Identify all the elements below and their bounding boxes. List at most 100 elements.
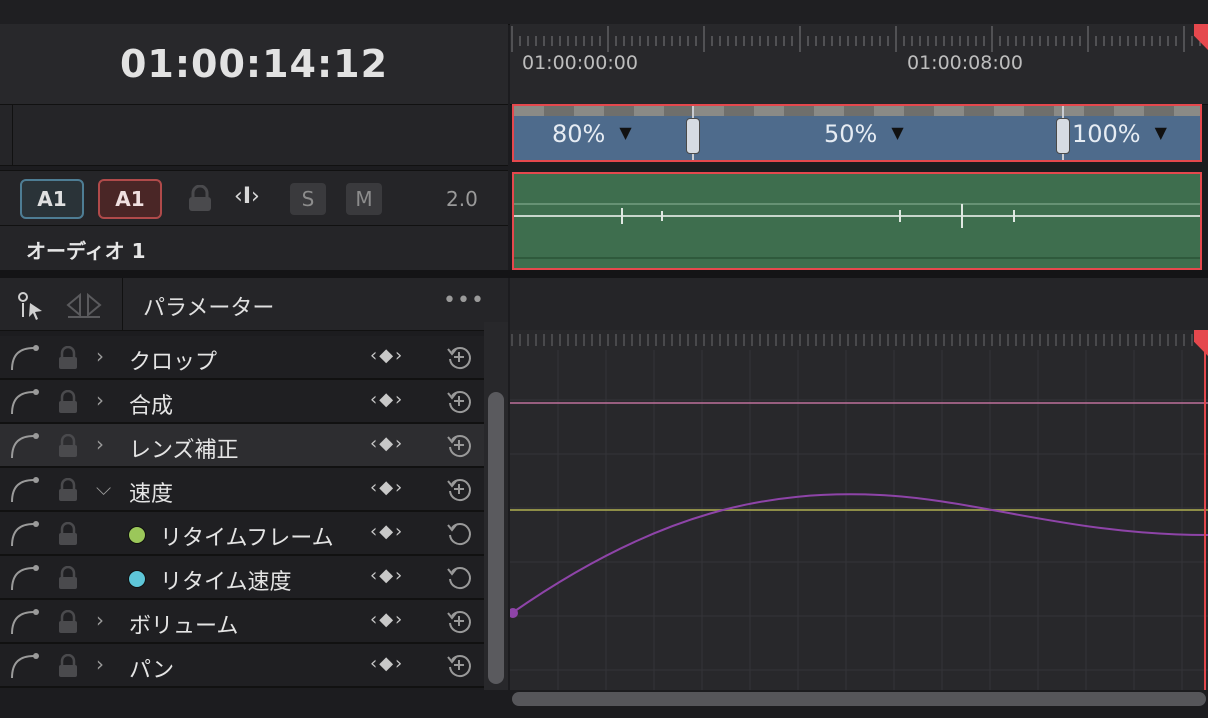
curve-toggle-icon[interactable] <box>8 386 42 416</box>
graph-header <box>510 278 1208 331</box>
curve-toggle-icon[interactable] <box>8 606 42 636</box>
chevron-down-icon[interactable]: ⌵ <box>96 476 111 500</box>
parameter-color-dot <box>128 526 146 544</box>
graph-horizontal-scrollbar[interactable] <box>510 690 1208 710</box>
lock-icon[interactable] <box>56 434 80 458</box>
parameter-row[interactable]: › 合成 ‹◆› <box>0 380 484 424</box>
parameter-row[interactable]: リタイム速度 ‹◆› <box>0 556 484 600</box>
audio-clip[interactable] <box>512 172 1202 270</box>
parameter-row[interactable]: ⌵ 速度 ‹◆› <box>0 468 484 512</box>
curve-toggle-icon[interactable] <box>8 650 42 680</box>
lock-icon[interactable] <box>56 390 80 414</box>
audio-divider <box>0 225 508 226</box>
reset-icon[interactable] <box>445 431 473 459</box>
chevron-right-icon[interactable]: › <box>96 608 104 632</box>
keyframe-nav-icons[interactable]: ‹◆› <box>370 609 404 630</box>
top-strip <box>0 0 1208 25</box>
keyframe-nav-icons[interactable]: ‹◆› <box>370 433 404 454</box>
ruler-label-0: 01:00:00:00 <box>522 52 638 74</box>
mute-button[interactable]: M <box>346 183 382 215</box>
reset-icon[interactable] <box>445 651 473 679</box>
audio-volume-value: 2.0 <box>446 187 478 211</box>
dropdown-arrow-icon[interactable]: ▼ <box>619 123 631 142</box>
selection-tool-icon[interactable] <box>16 291 46 321</box>
destination-track-button[interactable]: A1 <box>98 179 162 219</box>
parameter-label: リタイム速度 <box>160 570 292 595</box>
curve-toggle-icon[interactable] <box>8 518 42 548</box>
parameter-label: レンズ補正 <box>129 438 239 463</box>
dropdown-arrow-icon[interactable]: ▼ <box>1155 123 1167 142</box>
lock-icon[interactable] <box>56 478 80 502</box>
solo-button[interactable]: S <box>290 183 326 215</box>
audio-track-name[interactable]: オーディオ 1 <box>26 235 145 264</box>
curve-graph-svg <box>510 334 1208 690</box>
graph-scroll-thumb[interactable] <box>512 692 1206 706</box>
chevron-right-icon[interactable]: › <box>96 344 104 368</box>
keyframe-nav-icons[interactable]: ‹◆› <box>370 653 404 674</box>
speed-point-handle-1[interactable] <box>686 118 700 154</box>
panel-divider <box>0 270 1208 278</box>
lock-icon[interactable] <box>56 610 80 634</box>
retime-speed-curve <box>511 493 1208 614</box>
speed-label-3: 100% <box>1072 120 1141 148</box>
header-separator <box>122 278 123 330</box>
ruler-ticks <box>511 26 1201 52</box>
parameter-label: 合成 <box>129 394 174 419</box>
speed-label-2: 50% <box>824 120 878 148</box>
lock-icon[interactable] <box>56 346 80 370</box>
reset-icon[interactable] <box>445 519 473 547</box>
parameter-row[interactable]: › ボリューム ‹◆› <box>0 600 484 644</box>
keyframe-nav-icons[interactable]: ‹◆› <box>370 565 404 586</box>
parameter-row[interactable]: リタイムフレーム ‹◆› <box>0 512 484 556</box>
lock-icon[interactable] <box>56 654 80 678</box>
ruler-label-1: 01:00:08:00 <box>907 52 1023 74</box>
reset-icon[interactable] <box>445 475 473 503</box>
video-clip[interactable]: 80% ▼ 50% ▼ 100% ▼ <box>512 104 1202 162</box>
speed-point-handle-2[interactable] <box>1056 118 1070 154</box>
keyframe-link-icon[interactable] <box>66 291 102 319</box>
curve-toggle-icon[interactable] <box>8 562 42 592</box>
dropdown-arrow-icon[interactable]: ▼ <box>891 123 903 142</box>
timeline-ruler[interactable]: 01:00:00:00 01:00:08:00 <box>510 24 1208 105</box>
video-track-header <box>0 104 508 166</box>
lock-icon[interactable] <box>187 185 213 213</box>
curve-toggle-icon[interactable] <box>8 342 42 372</box>
keyframe-nav-icons[interactable]: ‹◆› <box>370 345 404 366</box>
audio-waveform <box>514 203 1200 259</box>
keyframe-nav-icons[interactable]: ‹◆› <box>370 477 404 498</box>
playhead-line <box>1204 330 1206 690</box>
auto-select-icon[interactable]: ‹I› <box>234 184 260 209</box>
parameters-header: パラメーター ••• <box>0 278 508 331</box>
parameter-label: クロップ <box>129 350 218 375</box>
parameter-color-dot <box>128 570 146 588</box>
lock-icon[interactable] <box>56 566 80 590</box>
timecode-display: 01:00:14:12 <box>0 24 508 104</box>
speed-segment-2[interactable]: 50% ▼ <box>824 120 904 148</box>
reset-icon[interactable] <box>445 563 473 591</box>
keyframe-nav-icons[interactable]: ‹◆› <box>370 389 404 410</box>
speed-segment-1[interactable]: 80% ▼ <box>552 120 632 148</box>
parameter-label: パン <box>129 658 175 683</box>
parameter-label: 速度 <box>129 482 174 507</box>
curve-toggle-icon[interactable] <box>8 474 42 504</box>
chevron-right-icon[interactable]: › <box>96 652 104 676</box>
keyframe-nav-icons[interactable]: ‹◆› <box>370 521 404 542</box>
curve-editor-graph[interactable] <box>510 330 1208 690</box>
params-scrollbar-thumb[interactable] <box>488 392 504 684</box>
chevron-right-icon[interactable]: › <box>96 388 104 412</box>
reset-icon[interactable] <box>445 343 473 371</box>
reset-icon[interactable] <box>445 387 473 415</box>
parameter-row[interactable]: › レンズ補正 ‹◆› <box>0 424 484 468</box>
lock-icon[interactable] <box>56 522 80 546</box>
parameter-row[interactable]: › パン ‹◆› <box>0 644 484 688</box>
more-options-icon[interactable]: ••• <box>443 288 485 313</box>
speed-label-1: 80% <box>552 120 606 148</box>
clip-thumbnail-strip <box>514 106 1200 116</box>
speed-segment-3[interactable]: 100% ▼ <box>1072 120 1167 148</box>
chevron-right-icon[interactable]: › <box>96 432 104 456</box>
reset-icon[interactable] <box>445 607 473 635</box>
curve-toggle-icon[interactable] <box>8 430 42 460</box>
source-track-button[interactable]: A1 <box>20 179 84 219</box>
parameter-row[interactable]: › クロップ ‹◆› <box>0 336 484 380</box>
parameter-label: リタイムフレーム <box>160 526 334 551</box>
